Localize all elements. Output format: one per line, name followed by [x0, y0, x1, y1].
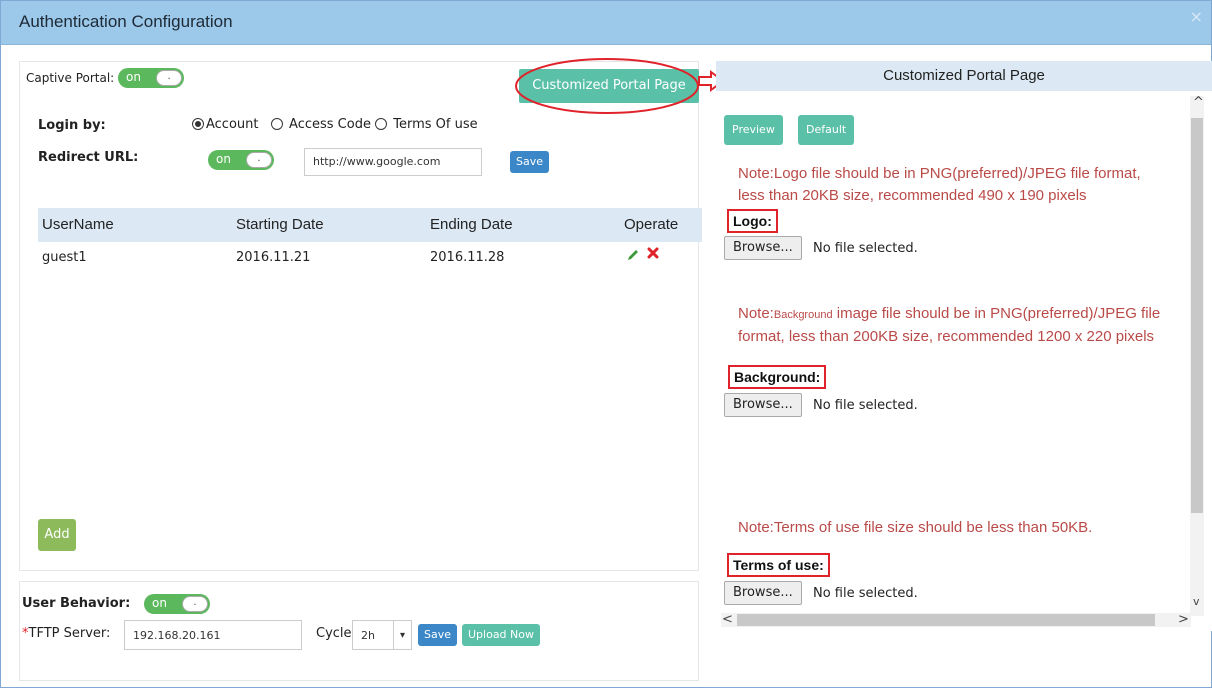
add-button[interactable]: Add	[38, 519, 76, 551]
dialog-titlebar: Authentication Configuration ×	[1, 1, 1211, 45]
scroll-left-icon[interactable]: <	[722, 612, 733, 627]
captive-portal-row: Captive Portal: on .	[26, 68, 185, 88]
background-browse-button[interactable]: Browse...	[724, 393, 802, 417]
tftp-server-label-row: *TFTP Server:	[22, 626, 110, 641]
redirect-url-input[interactable]: http://www.google.com	[304, 148, 482, 176]
redirect-url-toggle[interactable]: on .	[208, 150, 274, 170]
logo-note-line2: less than 20KB size, recommended 490 x 1…	[738, 187, 1087, 204]
login-by-label: Login by:	[38, 118, 106, 133]
captive-portal-label: Captive Portal:	[26, 71, 115, 85]
captive-portal-panel: Captive Portal: on . Login by: Account A…	[19, 61, 702, 571]
scroll-down-icon[interactable]: v	[1193, 595, 1200, 608]
toggle-on-text: on	[216, 152, 231, 166]
user-behavior-toggle[interactable]: on .	[144, 594, 210, 614]
toggle-knob: .	[156, 70, 183, 86]
toggle-on-text: on	[126, 70, 141, 84]
cycle-label: Cycle:	[316, 626, 356, 641]
cycle-select[interactable]: 2h ▾	[352, 620, 412, 650]
terms-note: Note:Terms of use file size should be le…	[738, 519, 1093, 536]
cycle-value: 2h	[361, 629, 375, 642]
close-icon[interactable]: ×	[1190, 7, 1203, 26]
terms-browse-button[interactable]: Browse...	[724, 581, 802, 605]
dialog-title: Authentication Configuration	[19, 12, 233, 31]
radio-account[interactable]	[192, 118, 204, 130]
terms-label: Terms of use:	[727, 553, 830, 577]
horizontal-scrollbar[interactable]	[721, 613, 1191, 627]
note-background-word: Background	[773, 309, 833, 321]
note-rest: image file should be in PNG(preferred)/J…	[832, 305, 1161, 322]
logo-browse-button[interactable]: Browse...	[724, 236, 802, 260]
col-starting-date: Starting Date	[236, 216, 324, 233]
scroll-up-icon[interactable]: ^	[1193, 95, 1204, 110]
terms-no-file: No file selected.	[813, 586, 918, 601]
horizontal-scroll-thumb[interactable]	[737, 614, 1155, 626]
radio-access-code[interactable]	[270, 118, 283, 130]
tftp-server-label: TFTP Server:	[28, 626, 111, 641]
redirect-url-label: Redirect URL:	[38, 150, 139, 165]
edit-icon[interactable]	[626, 248, 640, 266]
table-header: UserName Starting Date Ending Date Opera…	[38, 208, 702, 242]
logo-note-line1: Note:Logo file should be in PNG(preferre…	[738, 165, 1141, 182]
background-label: Background:	[728, 365, 827, 389]
customized-portal-panel: Customized Portal Page Preview Default N…	[716, 61, 1212, 631]
cell-end: 2016.11.28	[430, 250, 505, 265]
col-username: UserName	[42, 216, 114, 233]
tftp-server-input[interactable]: 192.168.20.161	[124, 620, 302, 650]
toggle-on-text: on	[152, 596, 167, 610]
vertical-scroll-thumb[interactable]	[1191, 118, 1203, 513]
upload-now-button[interactable]: Upload Now	[462, 624, 540, 646]
redirect-save-button[interactable]: Save	[510, 151, 550, 173]
delete-icon[interactable]	[646, 246, 660, 264]
users-table: UserName Starting Date Ending Date Opera…	[38, 208, 702, 276]
auth-config-dialog: Authentication Configuration × Captive P…	[0, 0, 1212, 688]
option-account: Account	[206, 117, 259, 132]
cell-start: 2016.11.21	[236, 250, 311, 265]
background-note: Note:Background image file should be in …	[738, 303, 1160, 348]
highlight-annotation	[515, 58, 725, 114]
vertical-scrollbar[interactable]	[1190, 96, 1204, 616]
background-note-line1: Note:Background image file should be in …	[738, 303, 1160, 326]
background-no-file: No file selected.	[813, 398, 918, 413]
scroll-right-icon[interactable]: >	[1178, 612, 1189, 627]
cell-username: guest1	[42, 250, 87, 265]
radio-terms-of-use[interactable]	[375, 118, 388, 130]
right-panel-header: Customized Portal Page	[716, 61, 1212, 91]
toggle-knob: .	[182, 596, 208, 612]
toggle-knob: .	[246, 152, 272, 168]
table-row: guest1 2016.11.21 2016.11.28	[38, 242, 702, 276]
col-operate: Operate	[624, 216, 679, 233]
preview-button[interactable]: Preview	[724, 115, 783, 145]
logo-note: Note:Logo file should be in PNG(preferre…	[738, 163, 1141, 207]
user-behavior-label: User Behavior:	[22, 596, 131, 611]
captive-portal-toggle[interactable]: on .	[118, 68, 185, 88]
option-access-code: Access Code	[289, 117, 371, 132]
option-terms-of-use: Terms Of use	[393, 117, 478, 132]
chevron-down-icon[interactable]: ▾	[393, 621, 411, 649]
default-button[interactable]: Default	[798, 115, 855, 145]
col-ending-date: Ending Date	[430, 216, 513, 233]
logo-label: Logo:	[727, 209, 778, 233]
note-prefix: Note:	[738, 305, 774, 322]
background-note-line2: format, less than 200KB size, recommende…	[738, 328, 1155, 345]
behavior-save-button[interactable]: Save	[418, 624, 458, 646]
user-behavior-panel: User Behavior: on . *TFTP Server: 192.16…	[19, 581, 699, 681]
login-by-options: Account Access Code Terms Of use	[192, 117, 478, 132]
logo-no-file: No file selected.	[813, 241, 918, 256]
